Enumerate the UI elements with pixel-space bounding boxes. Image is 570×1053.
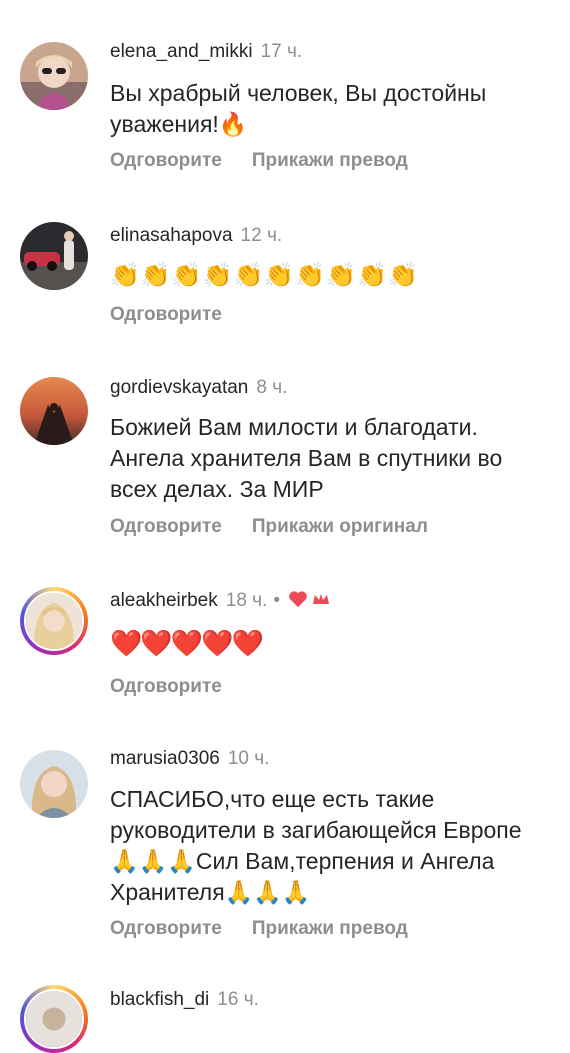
avatar[interactable] <box>20 222 88 290</box>
comment-time: 17 ч. <box>260 41 303 62</box>
comment-time: 12 ч. <box>240 225 283 246</box>
avatar-image <box>24 591 84 651</box>
comment-actions: Одговорите <box>110 676 252 698</box>
translate-button[interactable]: Прикажи превод <box>252 150 408 171</box>
avatar-image <box>24 989 84 1049</box>
comment-actions: Одговорите Прикажи превод <box>110 150 438 172</box>
comment-actions: Одговорите Прикажи оригинал <box>110 516 458 538</box>
comment-time: 16 ч. <box>217 989 259 1010</box>
avatar-photo-icon <box>20 222 88 290</box>
avatar[interactable] <box>20 587 88 655</box>
comment-header: aleakheirbek 18 ч. • <box>110 589 330 613</box>
reply-button[interactable]: Одговорите <box>110 918 222 939</box>
comment-actions: Одговорите Прикажи превод <box>110 918 438 940</box>
heart-icon <box>289 591 307 608</box>
comment-time: 10 ч. <box>227 748 270 769</box>
comment-text: СПАСИБО,что еще есть такие руководители … <box>110 786 522 905</box>
comment-actions: Одговорите <box>110 304 252 326</box>
avatar[interactable] <box>20 985 88 1053</box>
comment-header: gordievskayatan 8 ч. <box>110 376 287 400</box>
avatar-photo-icon <box>20 750 88 818</box>
username[interactable]: elena_and_mikki <box>110 41 253 62</box>
username[interactable]: gordievskayatan <box>110 377 248 398</box>
reply-button[interactable]: Одговорите <box>110 676 222 697</box>
translate-button[interactable]: Прикажи превод <box>252 918 408 939</box>
avatar-image <box>20 222 88 290</box>
reply-button[interactable]: Одговорите <box>110 516 222 537</box>
comment-header: marusia0306 10 ч. <box>110 747 269 771</box>
separator-dot: • <box>273 590 280 611</box>
username[interactable]: blackfish_di <box>110 989 209 1010</box>
avatar-photo-icon <box>20 42 88 110</box>
crown-icon <box>313 594 329 605</box>
avatar[interactable] <box>20 750 88 818</box>
avatar[interactable] <box>20 377 88 445</box>
avatar-image <box>20 377 88 445</box>
username[interactable]: aleakheirbek <box>110 590 218 611</box>
avatar-image <box>20 750 88 818</box>
comment-time: 8 ч. <box>256 377 288 398</box>
avatar-photo-icon <box>26 593 82 649</box>
comment-text: ❤️❤️❤️❤️❤️ <box>110 628 264 658</box>
comment-header: elena_and_mikki 17 ч. <box>110 40 302 64</box>
comment-time: 18 ч. <box>225 590 268 611</box>
comment-text: Божией Вам милости и благодати. Ангела х… <box>110 414 503 502</box>
avatar-photo-icon <box>20 377 88 445</box>
reply-button[interactable]: Одговорите <box>110 150 222 171</box>
translate-button[interactable]: Прикажи оригинал <box>252 516 428 537</box>
comment-text: Вы храбрый человек, Вы достойны уважения… <box>110 80 487 137</box>
comment-header: blackfish_di 16 ч. <box>110 988 259 1012</box>
avatar[interactable] <box>20 42 88 110</box>
comment-text: 👏👏👏👏👏👏👏👏👏👏 <box>110 262 419 289</box>
username[interactable]: elinasahapova <box>110 225 233 246</box>
username[interactable]: marusia0306 <box>110 748 220 769</box>
reply-button[interactable]: Одговорите <box>110 304 222 325</box>
comment-header: elinasahapova 12 ч. <box>110 224 282 248</box>
avatar-image <box>20 42 88 110</box>
avatar-photo-icon <box>26 991 82 1047</box>
